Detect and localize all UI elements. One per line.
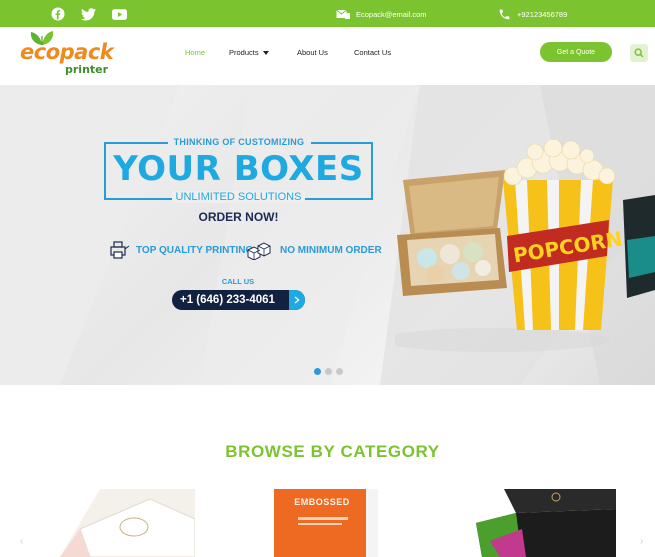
feature-min-order: NO MINIMUM ORDER [246,240,382,260]
youtube-icon[interactable] [111,6,127,22]
feature-printing: TOP QUALITY PRINTING [110,240,253,260]
envelope-icon [336,9,350,19]
nav-products-label: Products [229,48,259,57]
caret-down-icon [262,51,269,56]
logo-wordmark: ecopack [20,40,114,64]
site-header: ecopack printer Home Products About Us C… [0,27,655,85]
phone-contact[interactable]: +92123456789 [498,6,567,22]
carousel-next-icon[interactable]: › [640,536,643,547]
hero-headline: YOUR BOXES [113,149,364,189]
hero-order-now: ORDER NOW! [198,210,279,224]
top-bar: Ecopack@email.com +92123456789 [0,0,655,27]
phone-text: +92123456789 [517,9,568,19]
category-image-3 [476,489,616,557]
slider-dot-1[interactable] [314,368,321,375]
slider-dot-3[interactable] [336,368,343,375]
feature-min-order-text: NO MINIMUM ORDER [280,244,382,256]
feature-printing-text: TOP QUALITY PRINTING [136,244,254,256]
hero-phone-number: +1 (646) 233-4061 [180,294,275,306]
category-card-1[interactable] [60,489,195,557]
twitter-icon[interactable] [80,6,96,22]
hero-tagline: UNLIMITED SOLUTIONS [104,191,373,203]
category-card-3[interactable] [476,489,616,557]
search-icon [634,48,644,58]
logo-subtitle: printer [65,63,109,76]
hero-tagline-text: UNLIMITED SOLUTIONS [171,191,306,203]
printer-icon [110,241,130,259]
browse-category-title: BROWSE BY CATEGORY [225,442,440,461]
carousel-prev-icon[interactable]: ‹ [20,536,23,547]
hero-phone-button[interactable]: +1 (646) 233-4061 [172,290,305,310]
slider-dots [314,368,343,375]
phone-icon [499,9,510,19]
slider-dot-2[interactable] [325,368,332,375]
hero-product-image: POPCORN [395,140,655,352]
get-quote-button[interactable]: Get a Quote [540,42,612,62]
category-emboss-text: EMBOSSED [294,497,350,507]
facebook-icon[interactable] [50,6,66,22]
hero-slider[interactable]: THINKING OF CUSTOMIZING YOUR BOXES UNLIM… [0,85,655,385]
boxes-icon [247,242,271,260]
email-text: Ecopack@email.com [356,9,427,19]
call-us-label: CALL US [221,277,255,286]
email-contact[interactable]: Ecopack@email.com [336,6,427,22]
ecopack-logo[interactable]: ecopack printer [18,30,114,80]
category-image-1 [60,489,195,557]
nav-contact[interactable]: Contact Us [354,48,391,57]
nav-home[interactable]: Home [185,48,205,57]
hero-subtitle: THINKING OF CUSTOMIZING [173,137,305,147]
category-card-2[interactable]: EMBOSSED [274,489,378,557]
search-button[interactable] [630,44,648,62]
nav-products[interactable]: Products [229,48,269,57]
nav-about[interactable]: About Us [297,48,328,57]
